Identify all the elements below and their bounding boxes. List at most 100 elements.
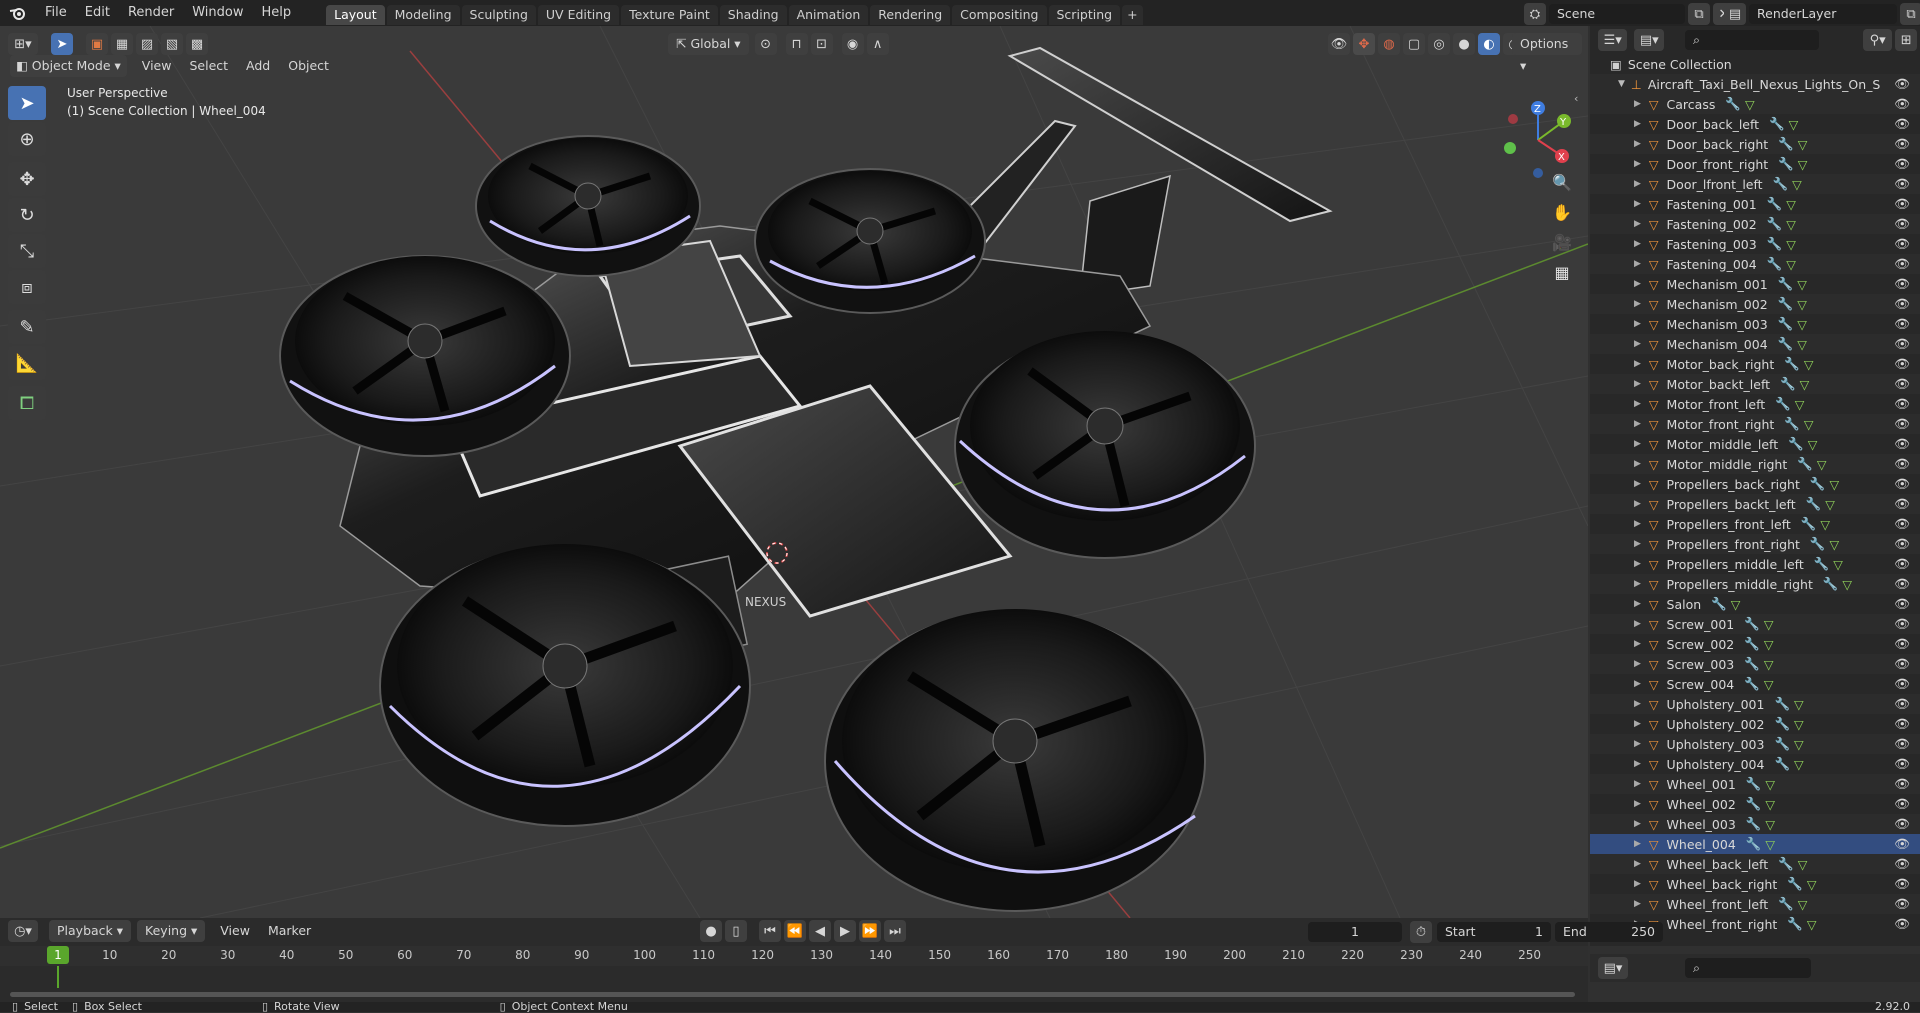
mesh-data-icon[interactable]: ▽	[1786, 237, 1796, 252]
select-intersect-icon[interactable]: ▩	[186, 33, 208, 55]
expand-arrow-icon[interactable]: ▶	[1634, 339, 1641, 349]
add-workspace-icon[interactable]: +	[1122, 4, 1143, 25]
mode-dropdown[interactable]: ◧ Object Mode ▾	[10, 55, 127, 77]
expand-arrow-icon[interactable]: ▶	[1634, 679, 1641, 689]
visibility-eye-icon[interactable]: 👁	[1894, 176, 1910, 192]
outliner-item[interactable]: ▶ ▽ Wheel_004 🔧 ▽ 👁	[1590, 834, 1920, 854]
expand-arrow-icon[interactable]: ▶	[1634, 219, 1641, 229]
keying-menu[interactable]: Keying ▾	[137, 920, 206, 942]
visibility-eye-icon[interactable]: 👁	[1894, 216, 1910, 232]
render-layer-field[interactable]: RenderLayer	[1749, 4, 1897, 24]
mesh-data-icon[interactable]: ▽	[1829, 477, 1839, 492]
mesh-data-icon[interactable]: ▽	[1765, 817, 1775, 832]
expand-arrow-icon[interactable]: ▶	[1634, 599, 1641, 609]
expand-arrow-icon[interactable]: ▶	[1634, 879, 1641, 889]
expand-arrow-icon[interactable]: ▶	[1634, 199, 1641, 209]
visibility-eye-icon[interactable]: 👁	[1894, 876, 1910, 892]
copy-layer-icon[interactable]: ⧉	[1900, 3, 1920, 25]
visibility-eye-icon[interactable]: 👁	[1894, 396, 1910, 412]
visibility-eye-icon[interactable]: 👁	[1894, 576, 1910, 592]
filter-icon[interactable]: ⚲▾	[1862, 29, 1893, 51]
modifier-wrench-icon[interactable]: 🔧	[1823, 576, 1839, 592]
mesh-data-icon[interactable]: ▽	[1798, 897, 1808, 912]
modifier-wrench-icon[interactable]: 🔧	[1780, 376, 1796, 392]
visibility-eye-icon[interactable]: 👁	[1894, 156, 1910, 172]
visibility-eye-icon[interactable]: 👁	[1894, 616, 1910, 632]
outliner-item[interactable]: ▶ ▽ Propellers_front_right 🔧 ▽ 👁	[1590, 534, 1920, 554]
expand-arrow-icon[interactable]: ▶	[1634, 719, 1641, 729]
expand-arrow-icon[interactable]: ▶	[1634, 799, 1641, 809]
select-extend-icon[interactable]: ▦	[111, 33, 133, 55]
mesh-data-icon[interactable]: ▽	[1842, 577, 1852, 592]
modifier-wrench-icon[interactable]: 🔧	[1778, 856, 1794, 872]
modifier-wrench-icon[interactable]: 🔧	[1725, 96, 1741, 112]
expand-arrow-icon[interactable]: ▶	[1634, 279, 1641, 289]
mesh-data-icon[interactable]: ▽	[1765, 797, 1775, 812]
visibility-eye-icon[interactable]: 👁	[1894, 76, 1910, 92]
tab-sculpting[interactable]: Sculpting	[461, 4, 536, 25]
expand-arrow-icon[interactable]: ▶	[1634, 779, 1641, 789]
mesh-data-icon[interactable]: ▽	[1825, 497, 1835, 512]
visibility-eye-icon[interactable]: 👁	[1894, 796, 1910, 812]
scene-name-field[interactable]: Scene	[1549, 4, 1685, 24]
expand-arrow-icon[interactable]: ▶	[1634, 99, 1641, 109]
visibility-eye-icon[interactable]: 👁	[1894, 376, 1910, 392]
play-icon[interactable]: ▶	[834, 920, 856, 942]
solid-shading-icon[interactable]: ●	[1453, 33, 1475, 55]
mesh-data-icon[interactable]: ▽	[1745, 97, 1755, 112]
expand-arrow-icon[interactable]: ▶	[1634, 759, 1641, 769]
expand-arrow-icon[interactable]: ▶	[1634, 139, 1641, 149]
outliner-item[interactable]: ▶ ▽ Door_back_right 🔧 ▽ 👁	[1590, 134, 1920, 154]
expand-arrow-icon[interactable]: ▶	[1634, 859, 1641, 869]
outliner-item[interactable]: ▶ ▽ Screw_004 🔧 ▽ 👁	[1590, 674, 1920, 694]
modifier-wrench-icon[interactable]: 🔧	[1778, 316, 1794, 332]
snap-target-icon[interactable]: ⊡	[810, 33, 833, 55]
expand-arrow-icon[interactable]: ▶	[1634, 459, 1641, 469]
expand-arrow-icon[interactable]: ▶	[1634, 179, 1641, 189]
mesh-data-icon[interactable]: ▽	[1807, 877, 1817, 892]
scale-tool[interactable]: ⤡	[8, 234, 46, 268]
tab-rendering[interactable]: Rendering	[870, 4, 951, 25]
outliner-item[interactable]: ▶ ▽ Propellers_middle_left 🔧 ▽ 👁	[1590, 554, 1920, 574]
outliner-editor-icon[interactable]: ☰▾	[1598, 29, 1628, 51]
visibility-eye-icon[interactable]: 👁	[1894, 776, 1910, 792]
outliner-item[interactable]: ▶ ▽ Motor_front_right 🔧 ▽ 👁	[1590, 414, 1920, 434]
pivot-point-icon[interactable]: ⊙	[754, 33, 777, 55]
annotate-tool[interactable]: ✎	[8, 310, 46, 344]
mesh-data-icon[interactable]: ▽	[1786, 197, 1796, 212]
expand-arrow-icon[interactable]: ▶	[1634, 439, 1641, 449]
modifier-wrench-icon[interactable]: 🔧	[1744, 656, 1760, 672]
mesh-data-icon[interactable]: ▽	[1833, 557, 1843, 572]
copy-icon[interactable]: ⧉	[1688, 3, 1710, 25]
mesh-data-icon[interactable]: ▽	[1794, 757, 1804, 772]
outliner-item[interactable]: ▶ ▽ Salon 🔧 ▽ 👁	[1590, 594, 1920, 614]
viewport-menu-select[interactable]: Select	[180, 54, 237, 78]
expand-arrow-icon[interactable]: ▶	[1634, 239, 1641, 249]
cursor-tool[interactable]: ⊕	[8, 122, 46, 156]
mesh-data-icon[interactable]: ▽	[1798, 157, 1808, 172]
modifier-wrench-icon[interactable]: 🔧	[1744, 676, 1760, 692]
expand-arrow-icon[interactable]: ▶	[1634, 519, 1641, 529]
mesh-data-icon[interactable]: ▽	[1789, 117, 1799, 132]
outliner-item[interactable]: ▶ ▽ Upholstery_002 🔧 ▽ 👁	[1590, 714, 1920, 734]
outliner-item[interactable]: ▶ ▽ Wheel_back_left 🔧 ▽ 👁	[1590, 854, 1920, 874]
expand-arrow-icon[interactable]: ▶	[1634, 739, 1641, 749]
gizmo-toggle-icon[interactable]: ✥	[1353, 33, 1375, 55]
modifier-wrench-icon[interactable]: 🔧	[1746, 796, 1762, 812]
expand-arrow-icon[interactable]: ▶	[1634, 159, 1641, 169]
visibility-eye-icon[interactable]: 👁	[1894, 536, 1910, 552]
modifier-wrench-icon[interactable]: 🔧	[1787, 876, 1803, 892]
outliner-item[interactable]: ▶ ▽ Carcass 🔧 ▽ 👁	[1590, 94, 1920, 114]
modifier-wrench-icon[interactable]: 🔧	[1788, 436, 1804, 452]
menu-render[interactable]: Render	[119, 0, 183, 26]
visibility-eye-icon[interactable]: 👁	[1894, 556, 1910, 572]
modifier-wrench-icon[interactable]: 🔧	[1810, 536, 1826, 552]
modifier-wrench-icon[interactable]: 🔧	[1744, 636, 1760, 652]
modifier-wrench-icon[interactable]: 🔧	[1767, 196, 1783, 212]
visibility-eye-icon[interactable]: 👁	[1894, 676, 1910, 692]
mesh-data-icon[interactable]: ▽	[1764, 637, 1774, 652]
modifier-wrench-icon[interactable]: 🔧	[1778, 156, 1794, 172]
mesh-data-icon[interactable]: ▽	[1794, 737, 1804, 752]
proportional-edit-icon[interactable]: ◉	[841, 33, 864, 55]
visibility-eye-icon[interactable]: 👁	[1894, 716, 1910, 732]
